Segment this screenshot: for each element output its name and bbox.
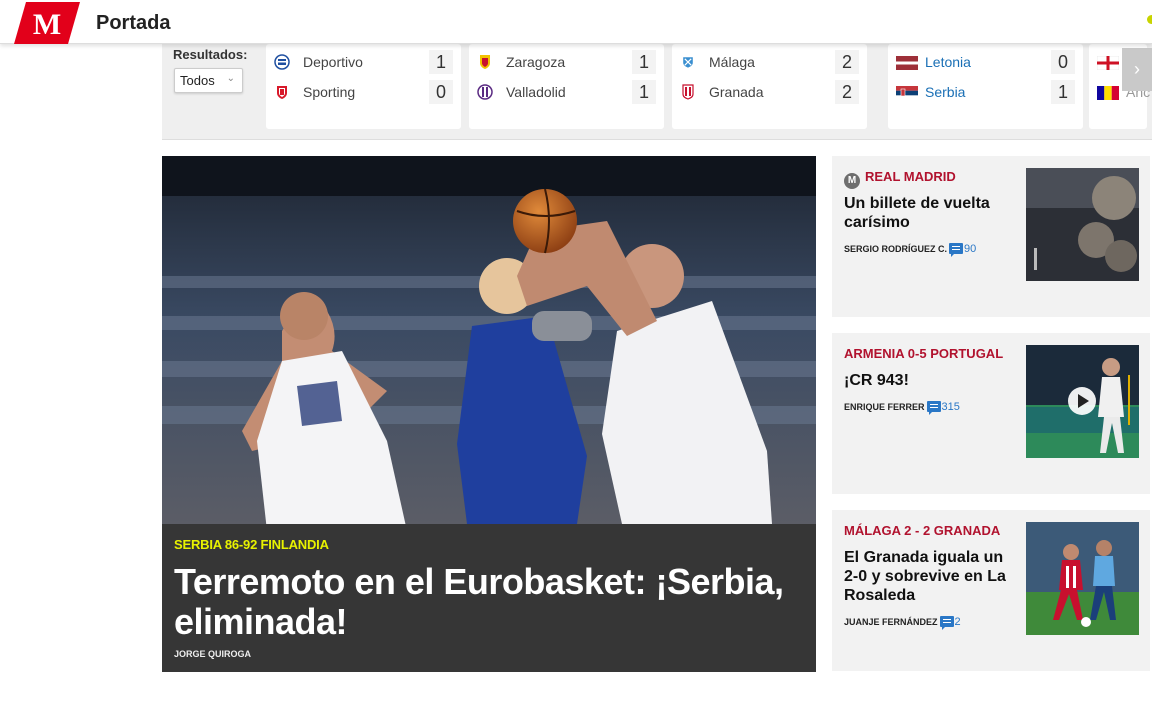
team-score: 0 [429,80,453,104]
comments-count[interactable]: 2 [955,616,961,628]
match-card[interactable]: Málaga 2 Granada 2 [672,44,867,129]
comments-icon[interactable] [926,401,941,415]
team-name: Granada [709,84,764,100]
match-team-home: Deportivo 1 [266,50,461,74]
news-video-thumbnail[interactable] [1026,345,1139,458]
results-filter-select[interactable]: Todos ⌄ [174,68,243,93]
malaga-crest-icon [683,57,693,68]
news-thumbnail[interactable] [1026,168,1139,281]
marca-logo[interactable]: M [14,2,80,44]
news-headline[interactable]: El Granada iguala un 2-0 y sobrevive en … [844,548,1014,605]
match-team-away: Serbia 1 [888,80,1083,104]
next-results-button[interactable]: › [1122,48,1152,91]
comments-count[interactable]: 90 [964,243,976,255]
sporting-crest-icon [277,86,287,99]
comments-icon[interactable] [939,616,954,630]
match-team-away: Sporting 0 [266,80,461,104]
team-score: 1 [632,50,656,74]
andorra-flag-icon [1097,86,1119,100]
valladolid-crest-icon [477,84,493,100]
team-name-link[interactable]: Letonia [925,54,971,70]
team-score: 1 [632,80,656,104]
serbia-flag-icon [896,86,918,100]
top-bar: M Portada [0,0,1152,44]
hero-headline[interactable]: Terremoto en el Eurobasket: ¡Serbia, eli… [174,562,804,642]
news-headline[interactable]: ¡CR 943! [844,371,1014,390]
edge-indicator [1147,15,1152,24]
comments-count[interactable]: 315 [942,401,960,413]
team-score: 1 [1051,80,1075,104]
match-card[interactable]: Deportivo 1 Sporting 0 [266,44,461,129]
news-kicker[interactable]: MÁLAGA 2 - 2 GRANADA [844,523,1000,538]
news-thumbnail[interactable] [1026,522,1139,635]
hero-photo[interactable] [162,156,816,524]
news-byline: JUANJE FERNÁNDEZ 2 [844,616,961,630]
news-kicker[interactable]: ARMENIA 0-5 PORTUGAL [844,346,1003,361]
team-score: 2 [835,80,859,104]
match-card[interactable]: Zaragoza 1 Valladolid 1 [469,44,664,129]
team-name: Sporting [303,84,356,100]
svg-text:M: M [33,8,61,41]
latvia-flag-icon [896,56,918,70]
match-team-away: Valladolid 1 [469,80,664,104]
team-score: 0 [1051,50,1075,74]
hero-article[interactable]: SERBIA 86-92 FINLANDIA Terremoto en el E… [162,156,816,672]
team-score: 1 [429,50,453,74]
news-headline[interactable]: Un billete de vuelta carísimo [844,194,1014,232]
team-name: Zaragoza [506,54,566,70]
news-byline: ENRIQUE FERRER 315 [844,401,960,415]
team-score: 2 [835,50,859,74]
team-name: Valladolid [506,84,566,100]
match-card[interactable]: Letonia 0 Serbia 1 [888,44,1083,129]
marca-badge-icon: M [844,173,860,189]
hero-author[interactable]: JORGE QUIROGA [174,649,251,659]
news-author: SERGIO RODRÍGUEZ C. [844,244,948,254]
match-team-away: Granada 2 [672,80,867,104]
news-card[interactable]: M REAL MADRID Un billete de vuelta carísi… [832,156,1150,317]
news-author: ENRIQUE FERRER [844,402,925,412]
news-kicker[interactable]: M REAL MADRID [844,169,956,189]
news-author: JUANJE FERNÁNDEZ [844,617,938,627]
results-filter-value: Todos [180,73,215,88]
team-name-link[interactable]: Serbia [925,84,965,100]
page-title: Portada [96,12,171,34]
zaragoza-crest-icon [480,55,490,69]
results-strip: Resultados: Todos ⌄ Deportivo 1 Sporting… [162,44,1152,140]
hero-kicker[interactable]: SERBIA 86-92 FINLANDIA [174,537,329,552]
chevron-down-icon: ⌄ [226,73,235,84]
chevron-right-icon: › [1134,59,1140,79]
match-team-home: Zaragoza 1 [469,50,664,74]
match-team-home: Málaga 2 [672,50,867,74]
comments-icon[interactable] [949,243,964,257]
england-flag-icon [1097,56,1119,70]
team-name: Málaga [709,54,755,70]
results-label: Resultados: [173,47,248,62]
match-team-home: Letonia 0 [888,50,1083,74]
news-card[interactable]: MÁLAGA 2 - 2 GRANADA El Granada iguala u… [832,510,1150,671]
deportivo-crest-icon [274,54,290,70]
news-card[interactable]: ARMENIA 0-5 PORTUGAL ¡CR 943! ENRIQUE FE… [832,333,1150,494]
news-byline: SERGIO RODRÍGUEZ C. 90 [844,243,976,257]
granada-crest-icon [682,84,694,100]
team-name: Deportivo [303,54,363,70]
